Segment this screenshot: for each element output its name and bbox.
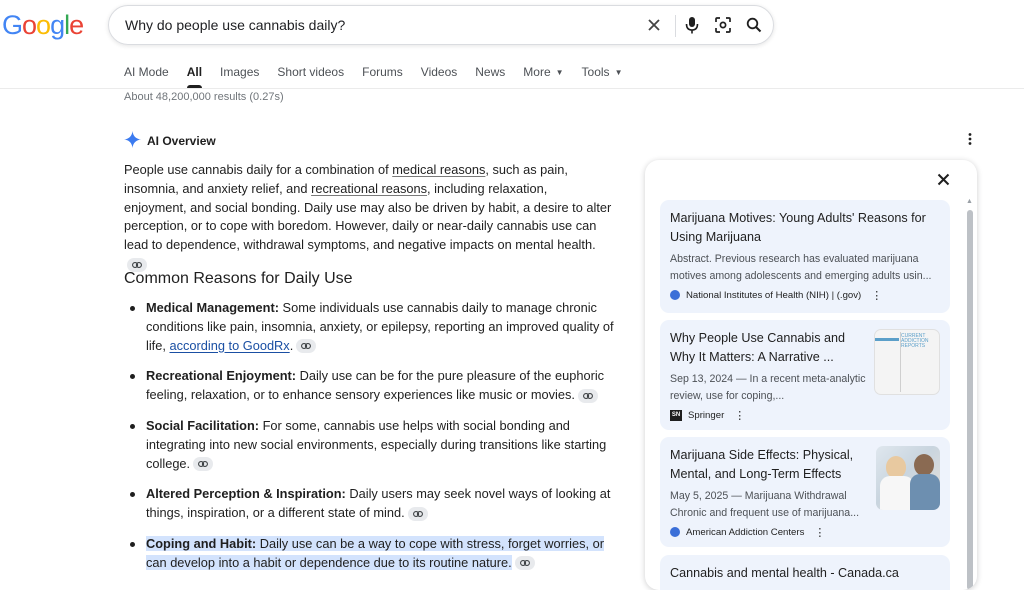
aac-favicon-icon [670,527,680,538]
more-options-icon[interactable]: ⋮ [734,409,745,422]
source-name: Springer [688,409,725,421]
intro-text: People use cannabis daily for a combinat… [124,162,393,177]
source-title[interactable]: Why People Use Cannabis and Why It Matte… [670,329,866,367]
logo-letter-3: o [36,10,51,40]
highlighted-text: Coping and Habit: Daily use can be a way… [146,535,604,570]
search-bar[interactable]: Why do people use cannabis daily? [108,5,774,45]
scroll-up-icon[interactable]: ▲ [966,198,973,205]
source-title[interactable]: Cannabis and mental health - Canada.ca [670,564,940,583]
tab-label: News [475,65,506,79]
item-title: Recreational Enjoyment: [146,368,297,384]
scrollbar[interactable] [967,210,973,590]
tab-more[interactable]: More ▼ [523,62,563,88]
tab-label: Videos [420,65,458,79]
citation-link-icon[interactable] [577,388,598,403]
citation-link-icon[interactable] [193,457,214,472]
tab-all[interactable]: All [186,62,203,88]
logo-letter-1: G [2,10,23,40]
more-options-icon[interactable]: ⋮ [871,289,882,302]
source-title[interactable]: Marijuana Motives: Young Adults' Reasons… [670,209,940,247]
google-logo[interactable]: Google [2,10,84,41]
ai-overview-intro: People use cannabis daily for a combinat… [124,161,612,274]
list-item: Social Facilitation: For some, cannabis … [124,417,616,473]
tab-news[interactable]: News [475,62,505,88]
caret-down-icon: ▼ [614,68,623,77]
sources-panel: ▲ Marijuana Motives: Young Adults' Reaso… [645,160,977,590]
tab-forums[interactable]: Forums [362,62,403,88]
tab-label: AI Mode [124,65,169,79]
logo-letter-4: g [50,10,65,40]
source-card[interactable]: Marijuana Side Effects: Physical, Mental… [660,437,950,547]
search-icon[interactable] [743,14,765,36]
item-title: Medical Management: [146,300,279,315]
citation-link-icon[interactable] [514,556,535,571]
tab-short-videos[interactable]: Short videos [277,62,344,88]
ai-overview-label: AI Overview [147,134,216,148]
search-divider [675,15,676,37]
tab-label: Forums [362,65,403,79]
source-attribution: SN Springer ⋮ [670,409,866,422]
reasons-list: Medical Management: Some individuals use… [124,299,616,585]
item-title: Altered Perception & Inspiration: [146,486,346,502]
nih-favicon-icon [670,290,680,301]
source-attribution: National Institutes of Health (NIH) | (.… [670,289,940,302]
tab-images[interactable]: Images [220,62,259,88]
source-title[interactable]: Marijuana Side Effects: Physical, Mental… [670,446,866,484]
item-text: . [289,337,294,353]
source-card[interactable]: Why People Use Cannabis and Why It Matte… [660,320,950,430]
thumbnail-text: CURRENT ADDICTION REPORTS [901,333,929,349]
goodrx-link[interactable]: according to GoodRx [169,338,289,353]
source-attribution: American Addiction Centers ⋮ [670,526,866,539]
item-title: Social Facilitation: [146,417,260,433]
lens-camera-icon[interactable] [712,14,734,36]
item-title: Coping and Habit: [146,535,257,551]
ai-overview-header: AI Overview [124,131,216,151]
search-tabs: AI Mode All Images Short videos Forums V… [124,62,640,88]
section-heading: Common Reasons for Daily Use [124,270,353,287]
more-options-icon[interactable]: ⋮ [814,526,825,539]
search-input[interactable]: Why do people use cannabis daily? [125,17,345,33]
tab-label: Tools [581,65,610,79]
journal-cover-thumbnail[interactable]: CURRENT ADDICTION REPORTS [874,329,940,395]
tab-tools[interactable]: Tools ▼ [582,62,623,88]
list-item: Altered Perception & Inspiration: Daily … [124,485,616,523]
recreational-reasons-link[interactable]: recreational reasons [311,181,427,196]
clear-icon[interactable] [643,14,665,36]
source-name: American Addiction Centers [686,526,805,538]
source-snippet: Abstract. Previous research has evaluate… [670,252,932,282]
medical-reasons-link[interactable]: medical reasons [392,162,485,177]
tab-label: All [186,65,203,79]
logo-letter-2: o [22,10,37,40]
tab-label: Short videos [277,65,345,79]
source-name: National Institutes of Health (NIH) | (.… [686,289,862,301]
sparkle-icon [124,131,141,151]
source-snippet: May 5, 2025 — Marijuana Withdrawal Chron… [670,489,860,519]
tab-label: More [523,65,551,79]
citation-link-icon[interactable] [407,506,428,521]
header-divider [0,88,1024,89]
tab-videos[interactable]: Videos [421,62,457,88]
source-card[interactable]: Marijuana Motives: Young Adults' Reasons… [660,200,950,313]
close-icon[interactable] [934,170,952,188]
tab-label: Images [220,65,260,79]
results-count: About 48,200,000 results (0.27s) [124,91,284,103]
more-options-icon[interactable] [964,132,976,151]
list-item: Medical Management: Some individuals use… [124,299,616,355]
list-item: Recreational Enjoyment: Daily use can be… [124,367,616,405]
source-card[interactable]: Cannabis and mental health - Canada.ca [660,555,950,590]
source-snippet: Sep 13, 2024 — In a recent meta-analytic… [670,372,866,402]
citation-link-icon[interactable] [296,339,317,354]
tab-ai-mode[interactable]: AI Mode [124,62,169,88]
doctor-patient-thumbnail[interactable] [876,446,940,510]
list-item: Coping and Habit: Daily use can be a way… [124,535,616,573]
caret-down-icon: ▼ [555,68,564,77]
logo-letter-6: e [69,10,84,40]
springer-favicon-icon: SN [670,409,682,421]
microphone-icon[interactable] [681,14,703,36]
